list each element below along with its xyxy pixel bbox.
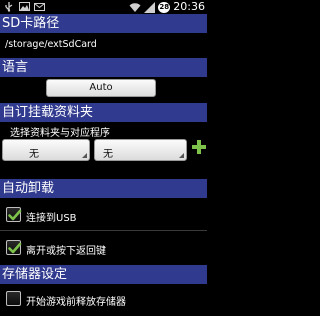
folder-select-value: 无: [29, 149, 39, 160]
battery-icon: 28: [158, 1, 171, 13]
exit-checkbox-label[interactable]: 离开或按下返回键: [26, 242, 106, 257]
add-mount-button[interactable]: [192, 139, 206, 154]
plus-icon: [192, 140, 206, 154]
app-select-value: 无: [103, 149, 113, 160]
sd-path-value[interactable]: /storage/extSdCard: [5, 39, 97, 50]
clock: 20:36: [173, 0, 205, 13]
custom-mount-header: 自订挂载资料夹: [0, 103, 207, 122]
app-select[interactable]: 无: [94, 139, 187, 161]
usb-checkbox[interactable]: [6, 207, 22, 222]
system-icons: 28 20:36: [129, 0, 205, 14]
auto-unmount-header: 自动卸载: [0, 179, 207, 198]
usb-icon: [5, 2, 13, 12]
release-memory-checkbox[interactable]: [6, 291, 21, 306]
custom-mount-subtitle: 选择资料夹与对应程序: [10, 128, 110, 139]
storage-header: 存储器设定: [0, 265, 207, 284]
language-header: 语言: [0, 58, 207, 77]
status-bar: 28 20:36: [0, 0, 207, 14]
notification-icons: [3, 1, 45, 12]
wifi-icon: [129, 2, 141, 12]
exit-checkbox[interactable]: [6, 240, 22, 255]
folder-select[interactable]: 无: [2, 139, 90, 161]
dropdown-arrow-icon: [82, 153, 87, 158]
sd-path-header: SD卡路径: [0, 14, 207, 33]
release-memory-label[interactable]: 开始游戏前释放存储器: [26, 293, 126, 308]
divider: [0, 230, 207, 231]
usb-checkbox-label[interactable]: 连接到USB: [26, 209, 77, 224]
mail-icon: [34, 3, 45, 11]
checkmark-icon: [8, 209, 22, 221]
dropdown-arrow-icon: [179, 153, 184, 158]
checkmark-icon: [8, 242, 22, 254]
language-button[interactable]: Auto: [46, 79, 156, 97]
image-icon: [19, 2, 30, 11]
signal-icon: [144, 1, 156, 13]
